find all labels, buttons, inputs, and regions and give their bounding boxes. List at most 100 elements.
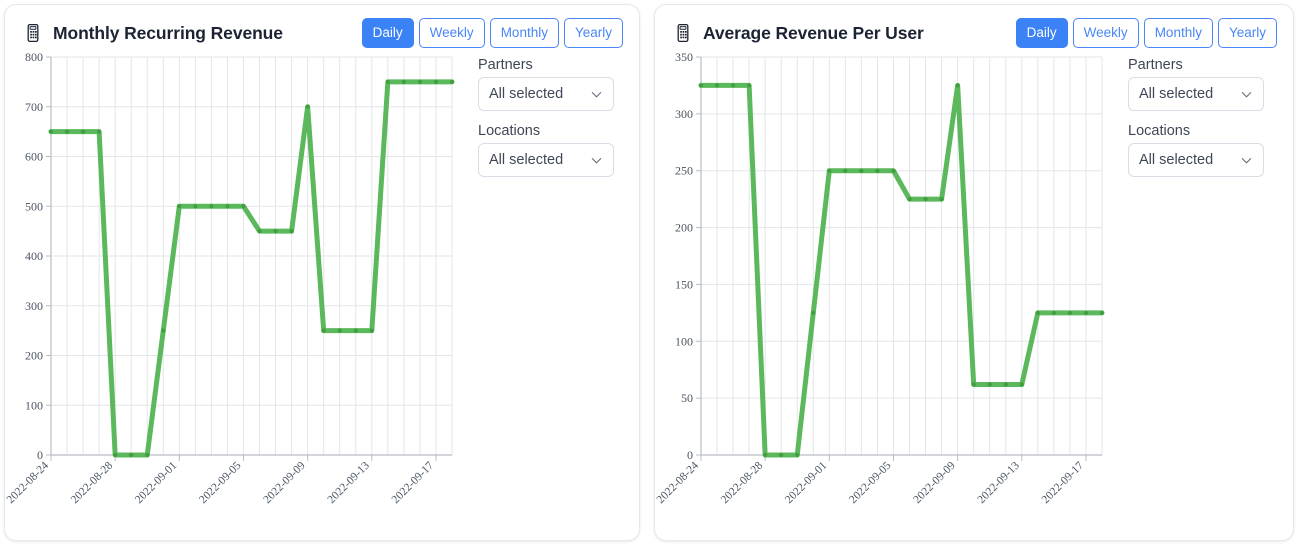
data-point <box>177 204 182 209</box>
chart-filters: Partners All selected Locations All sele… <box>1120 45 1264 540</box>
x-axis-tick-label: 2022-09-05 <box>197 459 244 506</box>
granularity-yearly-button[interactable]: Yearly <box>1217 17 1277 49</box>
data-point <box>433 79 439 84</box>
data-point <box>289 229 294 234</box>
y-axis-tick-label: 800 <box>25 50 43 64</box>
y-axis-tick-label: 300 <box>25 299 43 313</box>
x-axis-tick-label: 2022-09-09 <box>911 459 958 506</box>
data-point <box>875 168 880 173</box>
card-average-revenue-per-user: Average Revenue Per User Daily Weekly Mo… <box>654 4 1294 541</box>
data-point <box>730 83 736 88</box>
locations-select[interactable]: All selected <box>478 143 614 177</box>
x-axis-tick-label: 2022-09-05 <box>847 459 894 506</box>
x-axis-tick-label: 2022-08-24 <box>655 459 701 506</box>
data-point <box>145 452 150 458</box>
data-point <box>907 197 912 202</box>
data-point <box>1099 310 1105 315</box>
y-axis-tick-label: 150 <box>675 277 693 291</box>
data-point <box>955 83 960 88</box>
data-point <box>891 168 896 173</box>
data-point <box>923 197 928 202</box>
data-point <box>779 452 784 458</box>
x-axis-tick-label: 2022-08-24 <box>5 459 51 506</box>
granularity-weekly-button[interactable]: Weekly <box>1072 17 1139 49</box>
x-axis-tick-label: 2022-09-17 <box>390 459 437 506</box>
data-point <box>353 328 358 333</box>
granularity-daily-button[interactable]: Daily <box>1015 17 1068 49</box>
data-point <box>698 83 704 88</box>
card-body: 0 50 100 150 200 250 300 350 2022-08-24 2022-08-2… <box>655 45 1293 540</box>
chart-filters: Partners All selected Locations All sele… <box>470 45 614 540</box>
data-point <box>811 310 816 315</box>
y-axis-tick-label: 600 <box>25 150 43 164</box>
x-axis-tick-label: 2022-09-17 <box>1040 459 1087 506</box>
data-point <box>747 83 752 88</box>
data-point <box>763 452 768 458</box>
data-point <box>827 168 832 173</box>
chart-average-revenue-per-user: 0 50 100 150 200 250 300 350 2022-08-24 2022-08-2… <box>655 45 1120 540</box>
x-axis-tick-label: 2022-09-13 <box>325 459 372 506</box>
data-point <box>321 328 326 333</box>
locations-select[interactable]: All selected <box>1128 143 1264 177</box>
data-point <box>305 104 310 109</box>
data-point <box>80 129 86 134</box>
data-point <box>241 204 246 209</box>
page-title: Average Revenue Per User <box>703 22 924 43</box>
data-point <box>843 168 848 173</box>
chart-monthly-recurring-revenue: 0 100 200 300 400 500 600 700 800 2022-08-24 2022-… <box>5 45 470 540</box>
data-point <box>1051 310 1056 315</box>
page-title: Monthly Recurring Revenue <box>53 22 283 43</box>
data-point <box>193 204 198 209</box>
data-point <box>1003 382 1008 387</box>
calculator-icon <box>673 23 693 43</box>
partners-filter-label: Partners <box>478 57 533 73</box>
data-point <box>113 452 118 458</box>
granularity-monthly-button[interactable]: Monthly <box>1143 17 1213 49</box>
y-axis-tick-label: 300 <box>675 107 693 121</box>
data-point <box>795 452 800 458</box>
data-point <box>987 382 992 387</box>
data-point <box>337 328 342 333</box>
series-line <box>698 82 1105 458</box>
line-chart-svg: 0501001502002503003502022-08-24 2022-08-2… <box>655 50 1105 506</box>
card-header: Average Revenue Per User Daily Weekly Mo… <box>655 5 1293 49</box>
data-point <box>417 79 423 84</box>
x-axis-tick-label: 2022-09-01 <box>783 459 830 506</box>
partners-select[interactable]: All selected <box>1128 77 1264 111</box>
data-point <box>449 79 455 84</box>
granularity-button-group: Daily Weekly Monthly Yearly <box>361 17 623 49</box>
data-point <box>401 79 406 84</box>
data-point <box>48 129 54 134</box>
granularity-yearly-button[interactable]: Yearly <box>563 17 623 49</box>
data-point <box>1035 310 1040 315</box>
x-axis-tick-label: 2022-09-09 <box>261 459 308 506</box>
y-axis-tick-label: 200 <box>675 221 693 235</box>
data-point <box>971 382 976 387</box>
data-point <box>209 204 214 209</box>
data-point <box>225 204 230 209</box>
chevron-down-icon <box>1240 88 1253 101</box>
data-point <box>714 83 720 88</box>
chevron-down-icon <box>590 88 603 101</box>
series-line <box>48 79 455 458</box>
data-point <box>1067 310 1073 315</box>
y-axis-tick-label: 400 <box>25 249 43 263</box>
y-axis-tick-label: 250 <box>675 164 693 178</box>
y-axis-tick-label: 700 <box>25 100 43 114</box>
data-point <box>385 79 390 84</box>
y-axis-tick-label: 500 <box>25 199 43 213</box>
partners-select[interactable]: All selected <box>478 77 614 111</box>
x-axis-tick-label: 2022-08-28 <box>719 459 766 506</box>
locations-filter-label: Locations <box>478 123 541 139</box>
data-point <box>257 229 262 234</box>
granularity-weekly-button[interactable]: Weekly <box>418 17 485 49</box>
x-axis-tick-label: 2022-09-13 <box>975 459 1022 506</box>
x-axis-tick-label: 2022-08-28 <box>69 459 116 506</box>
data-point <box>369 328 374 333</box>
partners-select-value: All selected <box>1139 86 1214 102</box>
y-axis-tick-label: 50 <box>681 391 693 405</box>
card-monthly-recurring-revenue: Monthly Recurring Revenue Daily Weekly M… <box>4 4 640 541</box>
granularity-monthly-button[interactable]: Monthly <box>489 17 559 49</box>
granularity-daily-button[interactable]: Daily <box>361 17 414 49</box>
y-axis-tick-label: 200 <box>25 349 43 363</box>
